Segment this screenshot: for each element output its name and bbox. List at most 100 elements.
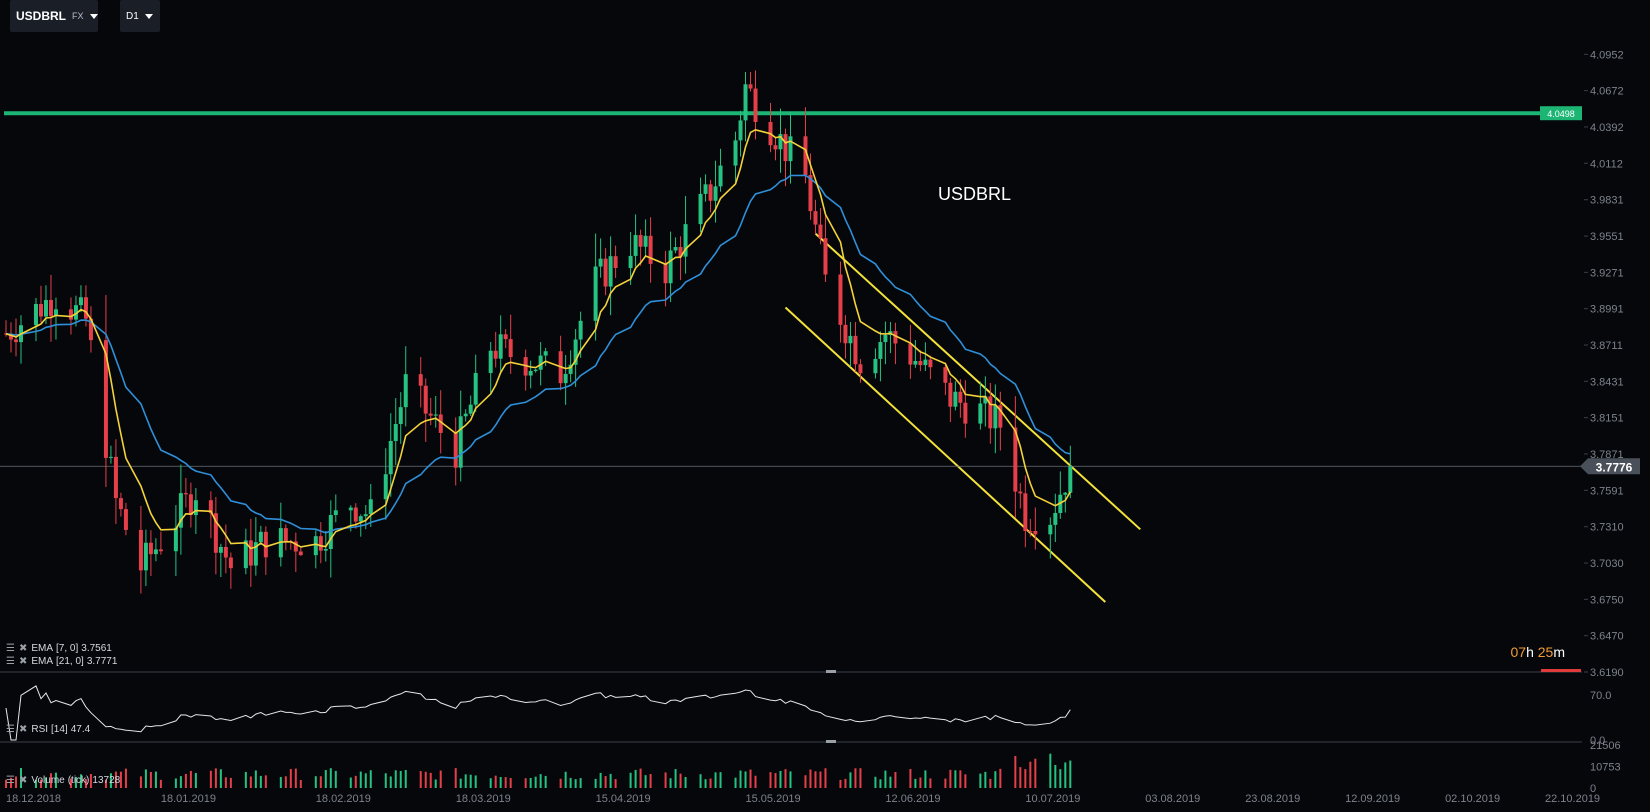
candle-body [173,527,178,552]
volume-bar [229,777,232,788]
legend-volume[interactable]: ☰ ✖ Volume (tick) 13728 [6,775,120,786]
candle-body [838,274,843,325]
settings-icon[interactable]: ☰ [6,724,16,735]
legend-ema7-value: 3.7561 [81,643,112,654]
x-tick-label: 15.04.2019 [596,793,651,805]
y-tick-label: 3.9551 [1590,231,1624,243]
volume-bar [459,778,462,788]
candle-body [1028,530,1033,532]
candle-body [258,531,263,543]
legend-ema21-value: 3.7771 [86,656,118,667]
chart-canvas[interactable]: 4.0952 4.0672 4.0392 4.0112 3.9831 3.9551 3.92… [0,0,1650,812]
x-tick-label: 18.02.2019 [316,793,371,805]
volume-bar [364,773,367,788]
candle-body [543,351,548,356]
volume-bar [174,778,177,788]
volume-bar [734,777,737,788]
candle-body [633,235,638,256]
volume-bar [454,768,457,788]
last-price-label: 3.7776 [1596,460,1633,474]
volume-bar [929,778,932,788]
legend-ema21[interactable]: ☰ ✖ EMA [21, 0] 3.7771 [6,656,117,667]
volume-bar [574,779,577,788]
settings-icon[interactable]: ☰ [6,656,16,667]
volume-bar [194,773,197,788]
volume-bar [804,775,807,788]
volume-bar [419,771,422,788]
volume-bar [789,771,792,788]
symbol-selector[interactable]: USDBRL FX [10,0,98,32]
timeframe-selector[interactable]: D1 [120,0,160,32]
candle-body [1048,524,1053,535]
close-icon[interactable]: ✖ [19,656,28,667]
candle-body [858,364,863,374]
candle-body [398,407,403,425]
candle-body [68,309,73,320]
candle-body [748,84,753,89]
legend-ema21-label: EMA [31,656,54,667]
volume-bar [524,778,527,788]
y-tick-label: 4.0952 [1590,49,1624,61]
volume-bar [569,777,572,788]
settings-icon[interactable]: ☰ [6,643,16,654]
candle-body [138,529,143,571]
volume-bar [124,768,127,788]
candle-body [823,238,828,275]
candle-body [1023,493,1028,531]
volume-bar [1024,769,1027,788]
candle-body [918,360,923,366]
close-icon[interactable]: ✖ [19,643,28,654]
candle-body [493,350,498,359]
volume-bar [349,777,352,788]
volume-bar [714,772,717,788]
chevron-down-icon [89,13,98,19]
candle-body [993,405,998,429]
candle-body [963,402,968,424]
legend-ema7[interactable]: ☰ ✖ EMA [7, 0] 3.7561 [6,643,112,654]
x-tick-label: 18.01.2019 [161,793,216,805]
candle-body [883,335,888,343]
volume-bar [559,778,562,788]
x-tick-label: 02.10.2019 [1445,793,1500,805]
volume-bar [249,776,252,788]
legend-rsi[interactable]: ☰ ✖ RSI [14] 47.4 [6,724,90,735]
candle-body [608,256,613,287]
resistance-price-label: 4.0498 [1547,109,1575,119]
candle-body [873,358,878,374]
volume-bar [649,773,652,788]
x-tick-label: 18.03.2019 [456,793,511,805]
candle-body [498,334,503,359]
volume-bar [999,768,1002,788]
candle-body [928,359,933,368]
close-icon[interactable]: ✖ [19,775,28,786]
settings-icon[interactable]: ☰ [6,775,16,786]
candle-body [743,84,748,121]
candle-body [508,339,513,358]
close-icon[interactable]: ✖ [19,724,28,735]
candle-body [453,432,458,468]
volume-bar [369,770,372,788]
candle-body [788,136,793,162]
volume-bar [874,776,877,788]
y-tick-label: 3.7310 [1590,522,1624,534]
y-tick-label: 3.8991 [1590,304,1624,316]
candle-body [818,224,823,239]
x-tick-label: 12.09.2019 [1345,793,1400,805]
legend-volume-params: (tick) [67,775,90,786]
candle-body [853,335,858,365]
volume-bar [389,776,392,788]
volume-bar [259,775,262,788]
volume-bar [139,776,142,788]
candle-body [33,303,38,326]
volume-bar [1019,767,1022,788]
candle-body [703,184,708,194]
candle-body [313,536,318,556]
volume-bar [809,769,812,788]
candle-body [1018,491,1023,494]
countdown-hours: 07 [1510,644,1527,660]
volume-bar [539,774,542,788]
volume-bar [564,771,567,788]
volume-bar [824,768,827,788]
candle-body [188,494,193,516]
candle-body [323,549,328,551]
